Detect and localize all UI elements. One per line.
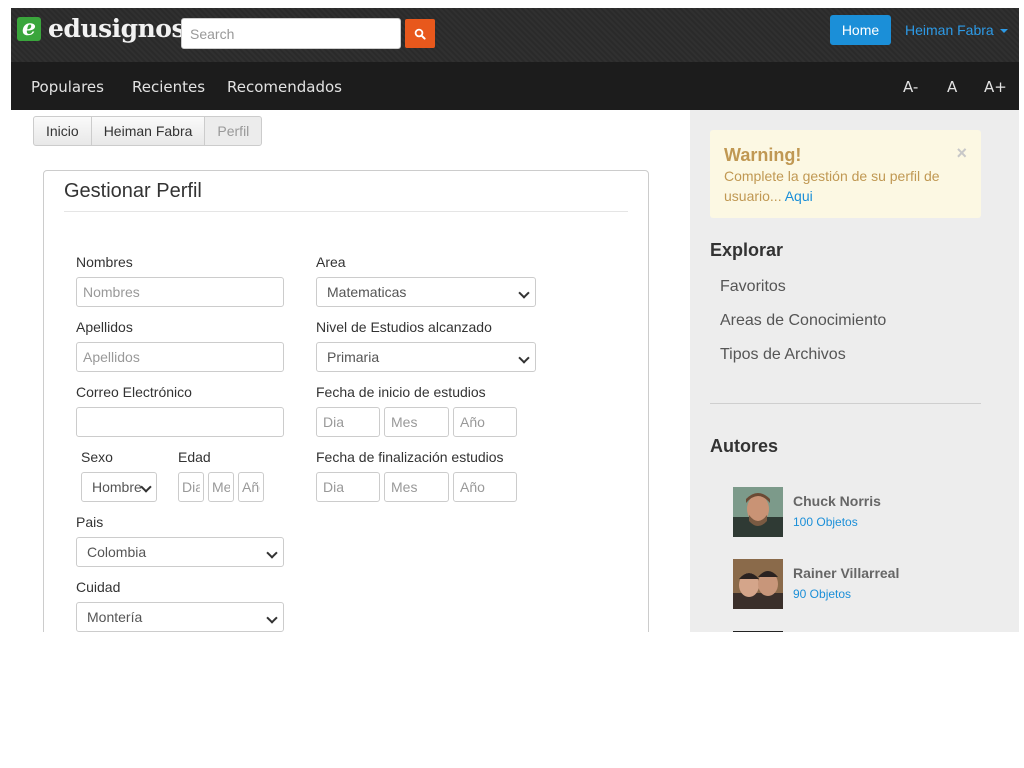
logo-mark-icon: e bbox=[17, 17, 41, 41]
right-sidebar: Warning! × Complete la gestión de su per… bbox=[690, 110, 1019, 632]
pais-select[interactable]: Colombia bbox=[76, 537, 284, 567]
fecha-inicio-dia-input[interactable] bbox=[316, 407, 380, 437]
avatar bbox=[733, 559, 783, 609]
nombres-input[interactable] bbox=[76, 277, 284, 307]
fecha-inicio-label: Fecha de inicio de estudios bbox=[316, 384, 486, 400]
correo-input[interactable] bbox=[76, 407, 284, 437]
ciudad-value: Montería bbox=[87, 609, 143, 625]
panel-title: Gestionar Perfil bbox=[64, 180, 202, 202]
nav-populares[interactable]: Populares bbox=[31, 78, 104, 96]
nombres-label: Nombres bbox=[76, 254, 133, 270]
chevron-down-icon bbox=[140, 481, 152, 493]
main-navbar: Populares Recientes Recomendados A- A A+ bbox=[11, 62, 1019, 110]
alert-text: Complete la gestión de su perfil de usua… bbox=[724, 168, 940, 204]
search-input[interactable] bbox=[181, 18, 401, 49]
panel-divider bbox=[64, 211, 628, 212]
nav-recientes[interactable]: Recientes bbox=[132, 78, 205, 96]
fecha-fin-dia-input[interactable] bbox=[316, 472, 380, 502]
explorar-tipos[interactable]: Tipos de Archivos bbox=[720, 346, 846, 364]
profile-panel: Gestionar Perfil Nombres Apellidos Corre… bbox=[43, 170, 649, 632]
area-select[interactable]: Matematicas bbox=[316, 277, 536, 307]
fecha-fin-mes-input[interactable] bbox=[384, 472, 449, 502]
breadcrumb-perfil: Perfil bbox=[204, 116, 263, 146]
chevron-down-icon bbox=[266, 612, 278, 624]
user-name: Heiman Fabra bbox=[905, 22, 994, 38]
font-decrease-button[interactable]: A- bbox=[903, 78, 918, 96]
ciudad-label: Cuidad bbox=[76, 579, 121, 595]
avatar bbox=[733, 631, 783, 632]
avatar bbox=[733, 487, 783, 537]
chevron-down-icon bbox=[518, 287, 530, 299]
user-menu[interactable]: Heiman Fabra bbox=[905, 22, 1008, 38]
autores-heading: Autores bbox=[710, 436, 779, 456]
sexo-value: Hombre bbox=[92, 479, 142, 495]
sidebar-divider bbox=[710, 403, 981, 404]
breadcrumb-inicio[interactable]: Inicio bbox=[33, 116, 92, 146]
fecha-inicio-ano-input[interactable] bbox=[453, 407, 517, 437]
edad-ano-input[interactable] bbox=[238, 472, 264, 502]
edad-mes-input[interactable] bbox=[208, 472, 234, 502]
warning-alert: Warning! × Complete la gestión de su per… bbox=[710, 130, 981, 218]
author-count[interactable]: 100 Objetos bbox=[793, 515, 858, 529]
author-item[interactable]: Chuck Norris 100 Objetos bbox=[733, 487, 983, 537]
ciudad-select[interactable]: Montería bbox=[76, 602, 284, 632]
explorar-areas[interactable]: Areas de Conocimiento bbox=[720, 312, 886, 330]
top-header: e edusignos Home Heiman Fabra bbox=[11, 8, 1019, 62]
alert-title: Warning! bbox=[724, 145, 802, 165]
nivel-label: Nivel de Estudios alcanzado bbox=[316, 319, 492, 335]
author-name[interactable]: Rainer Villarreal bbox=[793, 565, 899, 581]
font-reset-button[interactable]: A bbox=[947, 78, 957, 96]
area-label: Area bbox=[316, 254, 346, 270]
sexo-label: Sexo bbox=[81, 449, 113, 465]
apellidos-input[interactable] bbox=[76, 342, 284, 372]
alert-link[interactable]: Aqui bbox=[785, 188, 813, 204]
pais-value: Colombia bbox=[87, 544, 147, 560]
breadcrumb: Inicio Heiman Fabra Perfil bbox=[33, 116, 263, 146]
author-count[interactable]: 90 Objetos bbox=[793, 587, 851, 601]
font-increase-button[interactable]: A+ bbox=[984, 78, 1007, 96]
correo-label: Correo Electrónico bbox=[76, 384, 192, 400]
logo-text: edusignos bbox=[48, 14, 186, 43]
explorar-heading: Explorar bbox=[710, 240, 784, 260]
area-value: Matematicas bbox=[327, 284, 407, 300]
nivel-select[interactable]: Primaria bbox=[316, 342, 536, 372]
pais-label: Pais bbox=[76, 514, 104, 530]
sexo-select[interactable]: Hombre bbox=[81, 472, 157, 502]
chevron-down-icon bbox=[518, 352, 530, 364]
brand-logo[interactable]: e edusignos bbox=[17, 14, 186, 43]
home-button[interactable]: Home bbox=[830, 15, 891, 45]
author-name[interactable]: Chuck Norris bbox=[793, 493, 881, 509]
nivel-value: Primaria bbox=[327, 349, 380, 365]
author-item[interactable]: Rainer Villarreal 90 Objetos bbox=[733, 559, 983, 609]
edad-dia-input[interactable] bbox=[178, 472, 204, 502]
fecha-fin-label: Fecha de finalización estudios bbox=[316, 449, 504, 465]
search-icon bbox=[414, 28, 426, 40]
app-frame: e edusignos Home Heiman Fabra Populares … bbox=[11, 8, 1019, 632]
explorar-favoritos[interactable]: Favoritos bbox=[720, 278, 786, 296]
fecha-fin-ano-input[interactable] bbox=[453, 472, 517, 502]
edad-label: Edad bbox=[178, 449, 211, 465]
chevron-down-icon bbox=[266, 547, 278, 559]
apellidos-label: Apellidos bbox=[76, 319, 133, 335]
alert-message: Complete la gestión de su perfil de usua… bbox=[724, 166, 949, 206]
main-content: Inicio Heiman Fabra Perfil Gestionar Per… bbox=[11, 110, 1019, 632]
breadcrumb-user[interactable]: Heiman Fabra bbox=[90, 116, 206, 146]
caret-down-icon bbox=[999, 29, 1008, 33]
close-icon[interactable]: × bbox=[956, 143, 967, 164]
fecha-inicio-mes-input[interactable] bbox=[384, 407, 449, 437]
nav-recomendados[interactable]: Recomendados bbox=[227, 78, 342, 96]
search-button[interactable] bbox=[405, 19, 435, 48]
